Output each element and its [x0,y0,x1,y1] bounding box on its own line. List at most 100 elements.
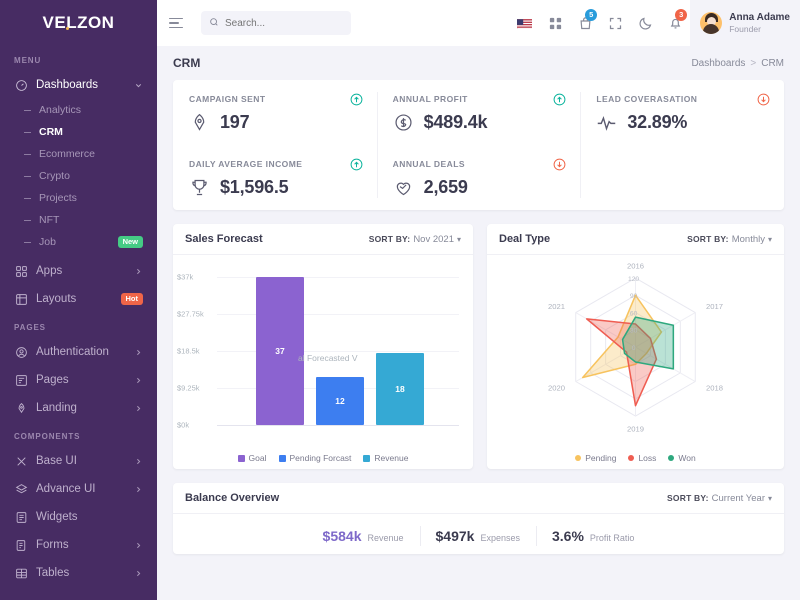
balance-item-expenses: $497k Expenses [419,526,536,546]
stat-label: CAMPAIGN SENT [189,94,266,104]
sidebar-item-tables-label: Tables [36,567,70,579]
sidebar-section-pages: PAGES [14,323,46,332]
sidebar-item-widgets[interactable]: Widgets [0,503,157,531]
brand-logo[interactable]: VELZON [0,0,157,46]
stats-card: CAMPAIGN SENT 197 DAILY AVERAGE INCOME $… [173,80,784,210]
legend-swatch [237,454,245,462]
sidebar-item-dashboards[interactable]: Dashboards [0,71,157,99]
sidebar-item-widgets-label: Widgets [36,511,78,523]
legend-label: Pending [585,453,617,463]
sidebar-subitem-projects[interactable]: Projects [0,187,157,209]
stat-campaign-sent: CAMPAIGN SENT 197 [173,80,377,145]
radar-category-label: 2021 [548,302,565,311]
sidebar-item-landing-label: Landing [36,402,77,414]
cart-icon[interactable]: 5 [570,0,600,46]
sidebar-subitem-crypto[interactable]: Crypto [0,165,157,187]
chevron-right-icon [134,569,143,578]
legend-item[interactable]: Pending Forcast [278,453,351,463]
sort-label: SORT BY: [667,493,709,503]
legend-item[interactable]: Pending [575,453,616,463]
sidebar-item-landing[interactable]: Landing [0,394,157,422]
sidebar-item-forms-label: Forms [36,539,69,551]
trend-up-icon [553,93,566,106]
topbar-actions: 5 3 Anna Adame Founder [510,0,800,46]
breadcrumb-parent[interactable]: Dashboards [691,58,745,69]
gridline [217,425,459,426]
deal-type-sort-dropdown[interactable]: SORT BY: Monthly ▾ [687,234,772,245]
bar[interactable]: 18 [376,353,424,425]
trend-up-icon [350,158,363,171]
sidebar-item-authentication[interactable]: Authentication [0,338,157,366]
sidebar-subitem-label: Projects [39,192,77,204]
deal-type-chart: 0 30 60 90 120 2016 2017 2018 2019 2020 2021 Pendi… [487,255,784,469]
sales-forecast-title: Sales Forecast [185,233,263,245]
chevron-down-icon: ▾ [767,493,772,503]
sidebar-item-pages[interactable]: Pages [0,366,157,394]
legend-item[interactable]: Goal [237,453,267,463]
deal-type-title: Deal Type [499,233,551,245]
user-profile-menu[interactable]: Anna Adame Founder [690,0,800,46]
dark-mode-moon-icon[interactable] [630,0,660,46]
stat-value: $489.4k [423,112,488,132]
dash-icon [24,241,31,243]
sort-label: SORT BY: [687,234,729,244]
sidebar-subitem-ecommerce[interactable]: Ecommerce [0,143,157,165]
dash-icon [24,197,31,199]
sidebar-subitem-crm[interactable]: CRM [0,121,157,143]
balance-caption: Revenue [367,533,404,543]
sidebar-subitem-analytics[interactable]: Analytics [0,99,157,121]
trophy-icon [189,177,210,198]
sidebar-item-authentication-label: Authentication [36,346,109,358]
sidebar-item-apps[interactable]: Apps [0,257,157,285]
stat-annual-profit: ANNUAL PROFIT $489.4k [377,80,581,145]
radar-tick-label: 0 [632,345,636,352]
sidebar-item-advance-ui[interactable]: Advance UI [0,475,157,503]
rocket-icon [14,401,28,415]
chevron-right-icon [134,376,143,385]
sales-forecast-sort-dropdown[interactable]: SORT BY: Nov 2021 ▾ [369,234,461,245]
language-flag-icon[interactable] [510,0,540,46]
brand-name: VELZON [42,13,115,32]
deal-type-legend: Pending Loss Won [487,453,784,463]
hamburger-menu-icon[interactable] [169,14,187,32]
layers-icon [14,482,28,496]
stat-annual-deals: ANNUAL DEALS 2,659 [377,145,581,210]
sidebar-subitem-job[interactable]: Job New [0,231,157,253]
bar[interactable]: 37 [256,277,304,425]
stat-value: 2,659 [423,177,468,197]
apps-grid-icon[interactable] [540,0,570,46]
chevron-right-icon [134,541,143,550]
forecast-overlay-note: al Forecasted V [298,353,358,363]
sidebar-item-dashboards-label: Dashboards [36,79,99,91]
dash-icon [24,175,31,177]
sidebar-item-layouts[interactable]: Layouts Hot [0,285,157,313]
legend-item[interactable]: Loss [628,453,656,463]
speedometer-icon [14,78,28,92]
sidebar-item-tables[interactable]: Tables [0,559,157,587]
search-input[interactable] [225,17,343,29]
bar[interactable]: 12 [316,377,364,425]
sidebar-subitem-label: Analytics [39,104,82,116]
user-name: Anna Adame [729,12,790,24]
y-axis-tick-label: $37k [177,272,194,282]
breadcrumb-separator: > [750,57,757,69]
balance-overview-title: Balance Overview [185,492,280,504]
notifications-bell-icon[interactable]: 3 [660,0,690,46]
trend-up-icon [350,93,363,106]
legend-item[interactable]: Won [668,453,696,463]
sidebar-item-base-ui[interactable]: Base UI [0,447,157,475]
bar-value-label: 18 [395,384,405,394]
stat-value: 197 [220,112,250,132]
sidebar-item-forms[interactable]: Forms [0,531,157,559]
stat-value: 32.89% [627,112,688,132]
fullscreen-icon[interactable] [600,0,630,46]
sidebar-section-menu: MENU [14,56,42,65]
sidebar-subitem-nft[interactable]: NFT [0,209,157,231]
deal-type-header: Deal Type SORT BY: Monthly ▾ [487,224,784,255]
balance-sort-dropdown[interactable]: SORT BY: Current Year ▾ [667,493,772,504]
sidebar-subitem-label: Crypto [39,170,70,182]
balance-value: $497k [435,528,475,544]
legend-label: Revenue [374,453,409,463]
search-box[interactable] [201,11,351,35]
legend-item[interactable]: Revenue [363,453,408,463]
